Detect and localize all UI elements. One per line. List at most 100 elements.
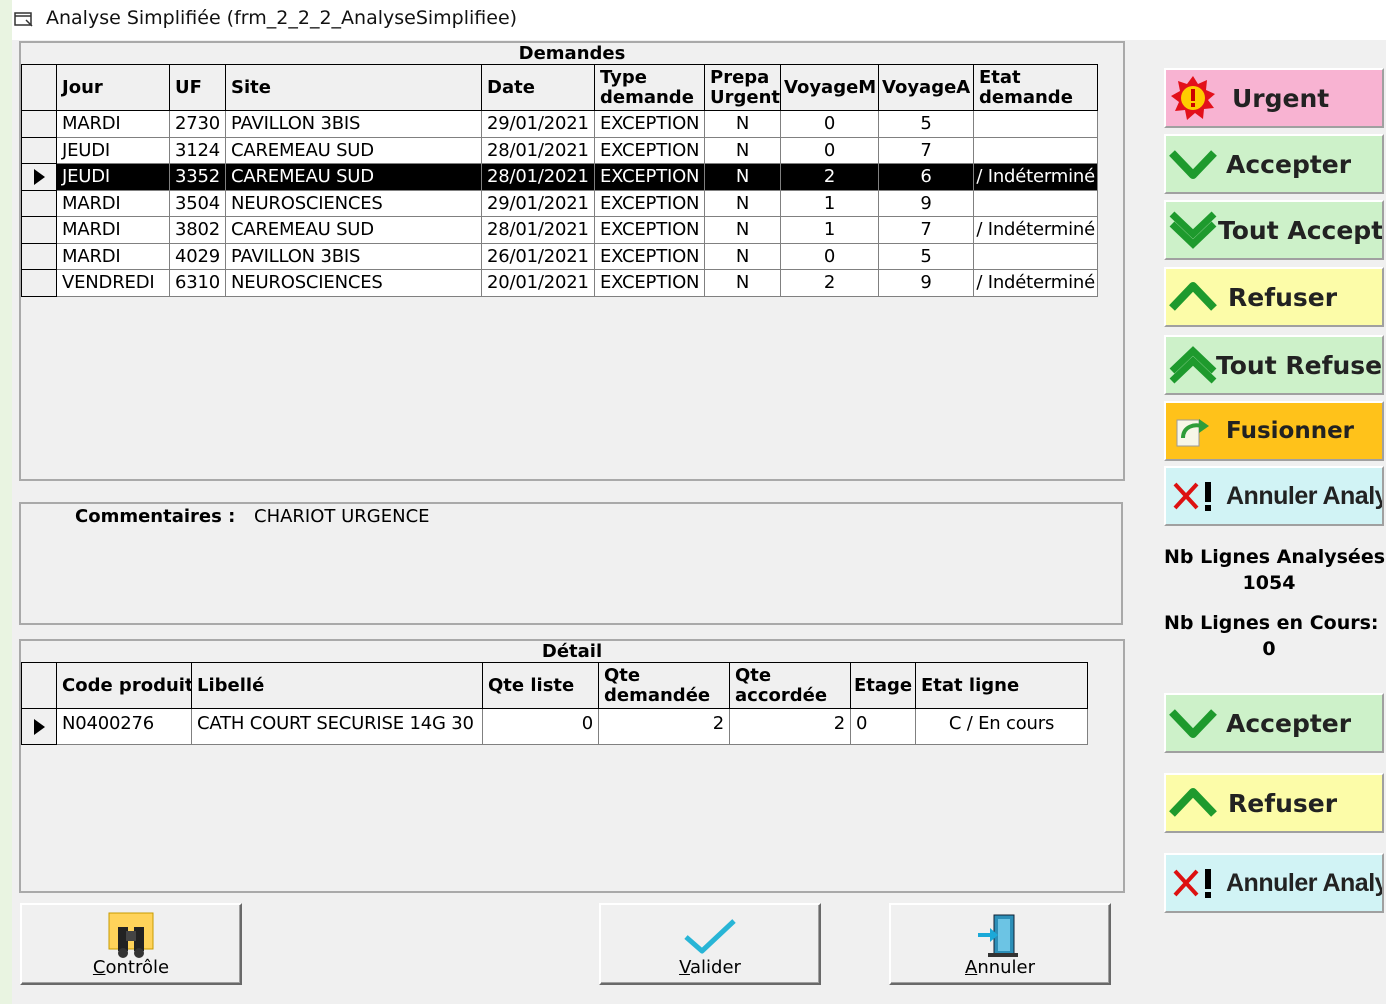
cell-voyagea[interactable]: 7 <box>878 216 974 244</box>
col-header-voyagem[interactable]: VoyageM <box>780 64 879 111</box>
cell-jour[interactable]: MARDI <box>56 216 170 244</box>
row-selector[interactable] <box>21 216 57 244</box>
cell-etat-demande[interactable] <box>973 189 1098 217</box>
row-selector[interactable] <box>21 110 57 138</box>
annuler-analyse-button[interactable]: Annuler Analyse <box>1164 466 1384 526</box>
cell-jour[interactable]: JEUDI <box>56 163 170 191</box>
col-header-jour[interactable]: Jour <box>56 64 170 111</box>
cell-uf[interactable]: 3802 <box>169 216 226 244</box>
col-header-code-produit[interactable]: Code produit <box>56 662 192 709</box>
cell-etat-demande[interactable]: I / Indéterminé <box>973 269 1098 297</box>
cell-etat-demande[interactable]: I / Indéterminé <box>973 216 1098 244</box>
cell-type-demande[interactable]: EXCEPTION <box>594 269 705 297</box>
col-header-qte-accordee[interactable]: Qte accordée <box>729 662 851 709</box>
cell-voyagem[interactable]: 2 <box>780 269 879 297</box>
col-header-qte-demandee[interactable]: Qte demandée <box>598 662 730 709</box>
refuser-button[interactable]: Refuser <box>1164 267 1384 327</box>
cell-uf[interactable]: 3504 <box>169 189 226 217</box>
cell-qte-demandee[interactable]: 2 <box>598 708 730 745</box>
row-selector[interactable] <box>21 163 57 191</box>
col-header-libelle[interactable]: Libellé <box>191 662 483 709</box>
cell-qte-liste[interactable]: 0 <box>482 708 599 745</box>
demande-row[interactable]: VENDREDI 6310 NEUROSCIENCES 20/01/2021 EXCEP… <box>21 269 1098 297</box>
cell-voyagea[interactable]: 9 <box>878 269 974 297</box>
row-selector[interactable] <box>21 242 57 270</box>
demande-row[interactable]: MARDI 4029 PAVILLON 3BIS 26/01/2021 EXCEPTIO… <box>21 242 1098 270</box>
detail-row[interactable]: N0400276 CATH COURT SECURISE 14G 30 0 2 2 0 C … <box>21 708 1088 745</box>
cell-uf[interactable]: 2730 <box>169 110 226 138</box>
col-header-qte-liste[interactable]: Qte liste <box>482 662 599 709</box>
cell-etat-ligne[interactable]: C / En cours <box>915 708 1088 745</box>
row-selector[interactable] <box>21 708 57 745</box>
cell-uf[interactable]: 3124 <box>169 136 226 164</box>
cell-etat-demande[interactable] <box>973 242 1098 270</box>
cell-jour[interactable]: MARDI <box>56 189 170 217</box>
cell-libelle[interactable]: CATH COURT SECURISE 14G 30 <box>191 708 483 745</box>
cell-prepa-urgente[interactable]: N <box>704 136 781 164</box>
refuser-ligne-button[interactable]: Refuser <box>1164 773 1384 833</box>
cell-date[interactable]: 28/01/2021 <box>481 136 595 164</box>
cell-voyagea[interactable]: 9 <box>878 189 974 217</box>
cell-prepa-urgente[interactable]: N <box>704 163 781 191</box>
cell-etat-demande[interactable] <box>973 110 1098 138</box>
cell-prepa-urgente[interactable]: N <box>704 242 781 270</box>
demande-row[interactable]: JEUDI 3124 CAREMEAU SUD 28/01/2021 EXCEPTION… <box>21 136 1098 164</box>
cell-voyagem[interactable]: 1 <box>780 189 879 217</box>
cell-voyagea[interactable]: 5 <box>878 242 974 270</box>
col-header-etage[interactable]: Etage <box>850 662 916 709</box>
col-header-date[interactable]: Date <box>481 64 595 111</box>
row-selector[interactable] <box>21 269 57 297</box>
cell-etat-demande[interactable]: I / Indéterminé <box>973 163 1098 191</box>
cell-voyagea[interactable]: 5 <box>878 110 974 138</box>
cell-date[interactable]: 20/01/2021 <box>481 269 595 297</box>
demande-row[interactable]: MARDI 3504 NEUROSCIENCES 29/01/2021 EXCEPTIO… <box>21 189 1098 217</box>
cell-code-produit[interactable]: N0400276 <box>56 708 192 745</box>
annuler-analyse-ligne-button[interactable]: Annuler Analyse <box>1164 853 1384 913</box>
urgent-button[interactable]: Urgent <box>1164 68 1384 128</box>
col-header-etat-ligne[interactable]: Etat ligne <box>915 662 1088 709</box>
cell-site[interactable]: CAREMEAU SUD <box>225 163 482 191</box>
demande-row[interactable]: MARDI 2730 PAVILLON 3BIS 29/01/2021 EXCEPTIO… <box>21 110 1098 138</box>
detail-table[interactable]: Code produit Libellé Qte liste Qte deman… <box>21 662 1088 745</box>
cell-type-demande[interactable]: EXCEPTION <box>594 216 705 244</box>
cell-prepa-urgente[interactable]: N <box>704 110 781 138</box>
cell-site[interactable]: NEUROSCIENCES <box>225 189 482 217</box>
col-header-uf[interactable]: UF <box>169 64 226 111</box>
accepter-ligne-button[interactable]: Accepter <box>1164 693 1384 753</box>
col-header-prepa-urgente[interactable]: Prepa Urgente <box>704 64 781 111</box>
col-header-etat-demande[interactable]: Etat demande <box>973 64 1098 111</box>
cell-date[interactable]: 26/01/2021 <box>481 242 595 270</box>
row-selector[interactable] <box>21 136 57 164</box>
cell-site[interactable]: PAVILLON 3BIS <box>225 242 482 270</box>
cell-type-demande[interactable]: EXCEPTION <box>594 110 705 138</box>
cell-uf[interactable]: 6310 <box>169 269 226 297</box>
annuler-button[interactable]: Annuler <box>889 903 1111 985</box>
cell-site[interactable]: PAVILLON 3BIS <box>225 110 482 138</box>
cell-type-demande[interactable]: EXCEPTION <box>594 163 705 191</box>
valider-button[interactable]: Valider <box>599 903 821 985</box>
demandes-table[interactable]: Jour UF Site Date Type demande Prepa Urg… <box>21 64 1098 297</box>
cell-date[interactable]: 28/01/2021 <box>481 216 595 244</box>
row-selector[interactable] <box>21 189 57 217</box>
cell-voyagem[interactable]: 0 <box>780 242 879 270</box>
cell-type-demande[interactable]: EXCEPTION <box>594 136 705 164</box>
cell-uf[interactable]: 3352 <box>169 163 226 191</box>
cell-type-demande[interactable]: EXCEPTION <box>594 242 705 270</box>
controle-button[interactable]: Contrôle <box>20 903 242 985</box>
col-header-voyagea[interactable]: VoyageA <box>878 64 974 111</box>
tout-refuser-button[interactable]: Tout Refuser <box>1164 335 1384 395</box>
tout-accepter-button[interactable]: Tout Accepter <box>1164 200 1384 260</box>
cell-prepa-urgente[interactable]: N <box>704 189 781 217</box>
demande-row[interactable]: JEUDI 3352 CAREMEAU SUD 28/01/2021 EXCEPTION… <box>21 163 1098 191</box>
cell-site[interactable]: CAREMEAU SUD <box>225 216 482 244</box>
cell-uf[interactable]: 4029 <box>169 242 226 270</box>
accepter-button[interactable]: Accepter <box>1164 134 1384 194</box>
demande-row[interactable]: MARDI 3802 CAREMEAU SUD 28/01/2021 EXCEPTION… <box>21 216 1098 244</box>
cell-voyagea[interactable]: 6 <box>878 163 974 191</box>
cell-site[interactable]: CAREMEAU SUD <box>225 136 482 164</box>
cell-voyagea[interactable]: 7 <box>878 136 974 164</box>
cell-site[interactable]: NEUROSCIENCES <box>225 269 482 297</box>
cell-etat-demande[interactable] <box>973 136 1098 164</box>
cell-jour[interactable]: MARDI <box>56 110 170 138</box>
cell-prepa-urgente[interactable]: N <box>704 269 781 297</box>
